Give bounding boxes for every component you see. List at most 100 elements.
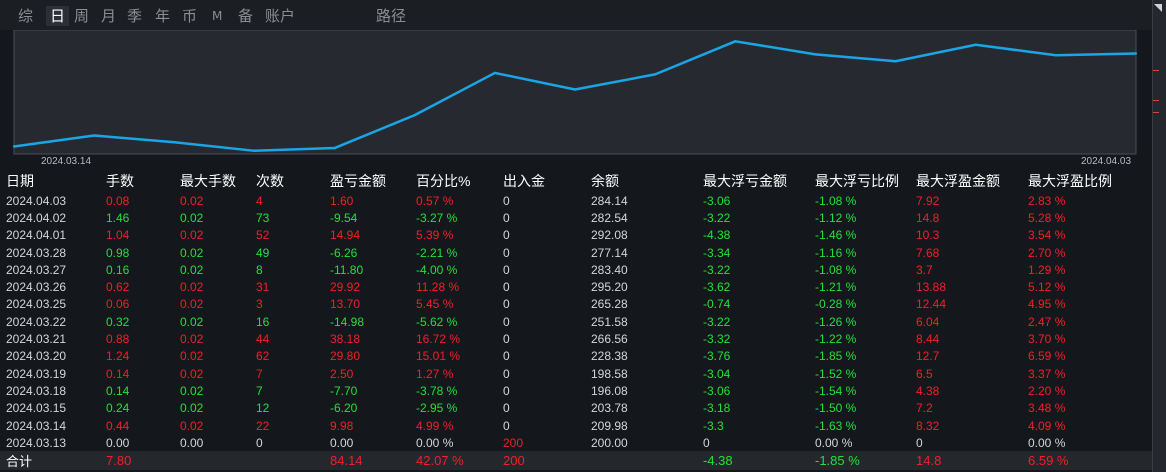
table-row[interactable]: 2024.03.14 0.44 0.02 22 9.98 4.99 % 0 209.98 -3.… (0, 417, 1152, 434)
table-cell: 0.02 (180, 210, 204, 225)
table-cell: 13.70 (330, 297, 361, 312)
table-cell: 0.02 (180, 401, 204, 416)
table-cell: 0 (503, 262, 510, 277)
table-row[interactable]: 2024.03.18 0.14 0.02 7 -7.70 -3.78 % 0 196.08 -3… (0, 382, 1152, 399)
column-header[interactable]: 最大浮亏比例 (809, 170, 910, 192)
tab-8[interactable]: 备 (238, 6, 253, 26)
table-cell: 3.7 (916, 262, 933, 277)
table-cell: -2.95 % (416, 401, 458, 416)
corner-arrow-icon[interactable] (1154, 4, 1162, 12)
table-cell: 0.02 (180, 418, 204, 433)
tab-10[interactable]: 路径 (376, 6, 406, 26)
table-cell: 4.99 % (416, 418, 454, 433)
table-cell: 0.08 (106, 193, 130, 208)
table-row[interactable]: 2024.03.28 0.98 0.02 49 -6.26 -2.21 % 0 277.14 -… (0, 244, 1152, 261)
table-cell: 4 (256, 193, 263, 208)
table-cell: 0.02 (180, 228, 204, 243)
table-row[interactable]: 2024.03.27 0.16 0.02 8 -11.80 -4.00 % 0 283.40 -… (0, 261, 1152, 278)
column-header[interactable]: 出入金 (497, 170, 585, 192)
column-header[interactable]: 最大浮亏金额 (697, 170, 809, 192)
total-cell: 14.8 (910, 451, 1022, 471)
tab-7[interactable]: M (212, 6, 222, 26)
table-cell: 2.83 % (1028, 193, 1066, 208)
column-header[interactable]: 余额 (585, 170, 697, 192)
table-cell: -1.52 % (815, 366, 857, 381)
table-cell: 2.47 % (1028, 314, 1066, 329)
tab-5[interactable]: 年 (155, 6, 170, 26)
table-row[interactable]: 2024.03.15 0.24 0.02 12 -6.20 -2.95 % 0 203.78 -… (0, 400, 1152, 417)
table-cell: 73 (256, 210, 270, 225)
table-cell: -3.76 (703, 349, 731, 364)
table-cell: -11.80 (330, 262, 364, 277)
table-cell: 7.68 (916, 245, 940, 260)
column-header[interactable]: 盈亏金额 (324, 170, 410, 192)
plot-area (13, 30, 1137, 155)
table-cell: -1.46 % (815, 228, 857, 243)
table-cell: 2.50 (330, 366, 354, 381)
tab-4[interactable]: 季 (127, 6, 142, 26)
tab-0[interactable]: 综 (18, 6, 33, 26)
table-cell: 16 (256, 314, 270, 329)
table-cell: 0.14 (106, 383, 130, 398)
table-cell: 2024.03.26 (6, 280, 67, 295)
column-header[interactable]: 百分比% (410, 170, 497, 192)
column-header[interactable]: 最大浮盈比例 (1022, 170, 1152, 192)
table-cell: 284.14 (591, 193, 628, 208)
table-cell: -2.21 % (416, 245, 458, 260)
table-cell: -14.98 (330, 314, 365, 329)
equity-point (734, 40, 737, 43)
table-row[interactable]: 2024.03.21 0.88 0.02 44 38.18 16.72 % 0 266.56 -… (0, 330, 1152, 347)
table-cell: 0 (503, 332, 510, 347)
table-row[interactable]: 2024.04.01 1.04 0.02 52 14.94 5.39 % 0 292.08 -4… (0, 227, 1152, 244)
column-header[interactable]: 手数 (100, 170, 174, 192)
table-cell: 2024.03.28 (6, 245, 67, 260)
table-row[interactable]: 2024.03.13 0.00 0.00 0 0.00 0.00 % 200 200.00 0 0… (0, 434, 1152, 451)
column-header[interactable]: 最大浮盈金额 (910, 170, 1022, 192)
table-row[interactable]: 2024.03.20 1.24 0.02 62 29.80 15.01 % 0 228.38 -… (0, 348, 1152, 365)
right-scrollbar[interactable] (1152, 0, 1166, 472)
equity-point (173, 141, 176, 144)
table-cell: 0 (503, 193, 510, 208)
table-cell: 0.06 (106, 297, 130, 312)
table-cell: 4.38 (916, 383, 940, 398)
tab-6[interactable]: 币 (182, 6, 197, 26)
table-cell: 0.02 (180, 332, 204, 347)
x-tick-label: 2024.03.14 (41, 156, 91, 167)
table-cell: 0 (503, 210, 510, 225)
table-row[interactable]: 2024.03.22 0.32 0.02 16 -14.98 -5.62 % 0 251.58… (0, 313, 1152, 330)
table-row[interactable]: 2024.03.25 0.06 0.02 3 13.70 5.45 % 0 265.28 -0.… (0, 296, 1152, 313)
table-cell: -1.12 % (815, 210, 857, 225)
table-cell: -1.26 % (815, 314, 857, 329)
total-cell (250, 451, 324, 471)
column-header[interactable]: 最大手数 (174, 170, 250, 192)
total-row: 合计 7.80 84.14 42.07 % 200 -4.38 -1.85 % 14.8 6.5… (0, 451, 1152, 471)
table-row[interactable]: 2024.03.26 0.62 0.02 31 29.92 11.28 % 0 295.20 -… (0, 278, 1152, 295)
table-row[interactable]: 2024.04.03 0.08 0.02 4 1.60 0.57 % 0 284.14 -3.0… (0, 192, 1152, 209)
tab-9[interactable]: 账户 (265, 6, 295, 26)
table-cell: 2024.03.15 (6, 401, 67, 416)
table-cell: 1.04 (106, 228, 130, 243)
table-cell: -3.22 (703, 262, 731, 277)
column-header[interactable]: 日期 (0, 170, 100, 192)
total-cell: -1.85 % (809, 451, 910, 471)
table-row[interactable]: 2024.04.02 1.46 0.02 73 -9.54 -3.27 % 0 282.54 -… (0, 209, 1152, 226)
table-cell: 0.44 (106, 418, 130, 433)
tab-1[interactable]: 日 (46, 6, 70, 26)
table-cell: 2.70 % (1028, 245, 1066, 260)
price-tick-mark (1153, 112, 1159, 113)
table-cell: 0.24 (106, 401, 130, 416)
table-cell: 0 (503, 383, 510, 398)
table-cell: 15.01 % (416, 349, 461, 364)
table-cell: 29.80 (330, 349, 361, 364)
table-cell: 6.04 (916, 314, 940, 329)
table-cell: -1.85 % (815, 349, 857, 364)
tab-2[interactable]: 周 (74, 6, 89, 26)
column-header[interactable]: 次数 (250, 170, 324, 192)
table-cell: 0.00 (180, 435, 204, 450)
table-cell: 0 (503, 366, 510, 381)
table-cell: 282.54 (591, 210, 628, 225)
table-cell: 2024.03.27 (6, 262, 67, 277)
tab-3[interactable]: 月 (101, 6, 116, 26)
table-cell: 4.95 % (1028, 297, 1066, 312)
table-row[interactable]: 2024.03.19 0.14 0.02 7 2.50 1.27 % 0 198.58 -3.0… (0, 365, 1152, 382)
